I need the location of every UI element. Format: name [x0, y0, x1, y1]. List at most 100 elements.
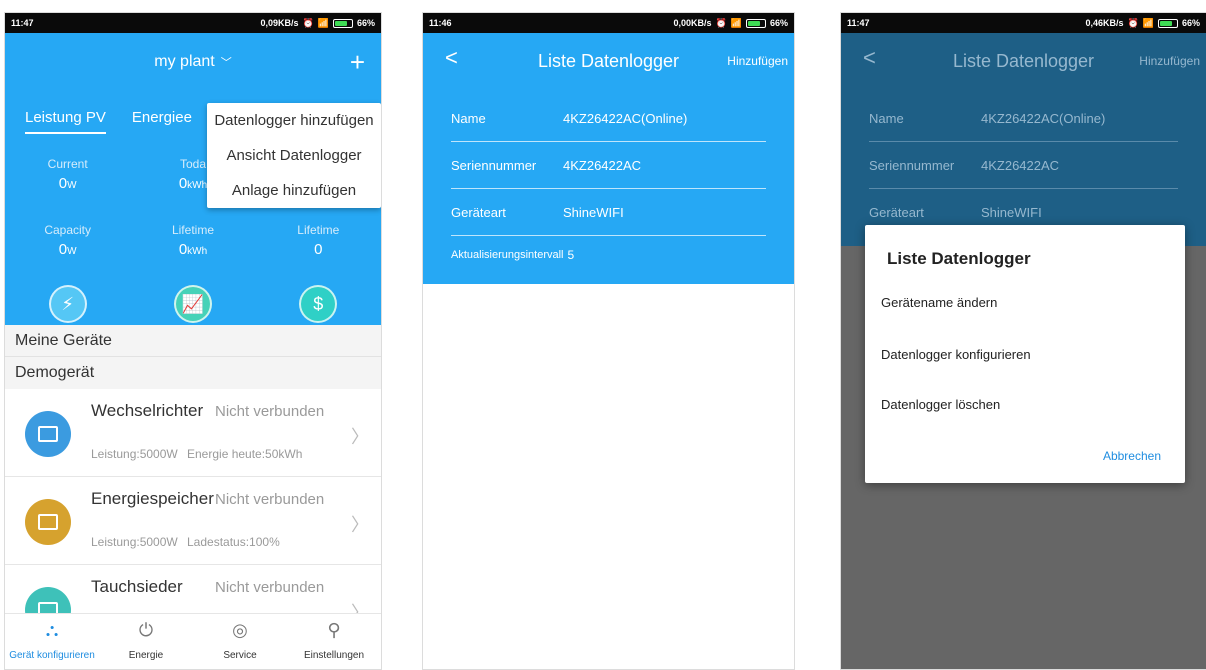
add-plus-button[interactable]: +	[350, 47, 365, 78]
status-speed: 0,09KB/s	[260, 18, 299, 28]
plant-tabs: Leistung PV Energiee	[25, 109, 192, 134]
device-name: Tauchsieder	[91, 577, 183, 596]
battery-percent: 66%	[1181, 18, 1200, 28]
status-time: 11:47	[847, 18, 870, 28]
stat-value: 0	[58, 175, 68, 192]
plant-header: my plant ﹀ + Leistung PV Energiee Current…	[5, 33, 381, 325]
info-value: ShineWIFI	[563, 204, 624, 220]
phone-screen-datalogger-list: 11:46 0,00KB/s ⏰ 📶 66% < Liste Datenlogg…	[422, 12, 795, 670]
device-energy-today: Energie heute:50kWh	[187, 447, 303, 461]
device-row-storage[interactable]: Energiespeicher Nicht verbunden Leistung…	[5, 477, 381, 565]
user-icon: ⚲	[327, 620, 341, 640]
chart-icon[interactable]: 📈	[173, 285, 212, 323]
stat-current: Current 0W	[5, 157, 130, 192]
info-value: 4KZ26422AC	[563, 157, 642, 173]
info-row-name: Name 4KZ26422AC(Online)	[869, 95, 1178, 142]
alarm-icon: ⏰	[715, 17, 727, 28]
add-button[interactable]: Hinzufügen	[727, 54, 788, 68]
chevron-down-icon: ﹀	[220, 57, 232, 69]
info-key: Aktualisierungsintervall	[451, 249, 564, 261]
info-key: Geräteart	[451, 204, 506, 220]
info-row-serial: Seriennummer 4KZ26422AC	[451, 142, 766, 189]
battery-percent: 66%	[769, 18, 788, 28]
datalogger-options-dialog: Liste Datenlogger Gerätename ändern Date…	[865, 225, 1185, 483]
tab-label: Service	[223, 650, 257, 661]
tab-label: Energie	[128, 650, 164, 661]
info-value: 4KZ26422AC(Online)	[981, 110, 1106, 126]
info-value: 5	[567, 248, 575, 262]
add-button: Hinzufügen	[1139, 54, 1200, 68]
stat-unit: kWh	[187, 246, 208, 257]
stat-label: Capacity	[44, 223, 91, 237]
option-delete-datalogger[interactable]: Datenlogger löschen	[881, 397, 1000, 412]
stats-row-lifetime: Capacity 0W Lifetime 0kWh Lifetime 0	[5, 223, 381, 258]
shortcut-icons: ⚡ 📈 $	[5, 285, 381, 323]
stat-unit: kWh	[187, 180, 208, 191]
stat-capacity: Capacity 0W	[5, 223, 130, 258]
stat-value: 0	[314, 241, 323, 258]
info-row-serial: Seriennummer 4KZ26422AC	[869, 142, 1178, 189]
cancel-button[interactable]: Abbrechen	[1103, 449, 1161, 463]
network-icon: ⛬	[45, 620, 59, 640]
option-configure-datalogger[interactable]: Datenlogger konfigurieren	[881, 347, 1031, 362]
app-bar: < Liste Datenlogger Hinzufügen	[841, 33, 1206, 89]
device-status: Nicht verbunden	[215, 403, 325, 420]
info-key: Seriennummer	[451, 157, 537, 173]
battery-icon	[1157, 18, 1178, 28]
wifi-icon: 📶	[1142, 17, 1154, 28]
phone-screen-plant: 11:47 0,09KB/s ⏰ 📶 66% my plant ﹀ + Leist…	[4, 12, 382, 670]
tab-configure-device[interactable]: ⛬ Gerät konfigurieren	[5, 614, 99, 669]
app-bar: < Liste Datenlogger Hinzufügen	[423, 33, 794, 89]
power-icon[interactable]: ⚡	[48, 285, 87, 323]
chevron-right-icon: 〉	[351, 515, 369, 535]
datalogger-card[interactable]: Name 4KZ26422AC(Online) Seriennummer 4KZ…	[423, 89, 794, 284]
datalogger-card: Name 4KZ26422AC(Online) Seriennummer 4KZ…	[841, 89, 1206, 246]
device-status: Nicht verbunden	[215, 579, 325, 596]
status-time: 11:47	[11, 18, 34, 28]
tab-energy[interactable]: ⏻ Energie	[99, 614, 193, 669]
tab-label: Gerät konfigurieren	[9, 650, 95, 661]
stat-label: Current	[47, 157, 88, 171]
plug-icon: ⏻	[138, 620, 154, 640]
tab-label: Einstellungen	[303, 650, 365, 661]
device-row-inverter[interactable]: Wechselrichter Nicht verbunden Leistung:…	[5, 389, 381, 477]
service-icon: ◎	[232, 620, 248, 640]
tab-service[interactable]: ◎ Service	[193, 614, 287, 669]
device-power: Leistung:5000W	[91, 535, 178, 549]
stat-label: Lifetime	[297, 223, 340, 237]
device-name: Wechselrichter	[91, 401, 204, 420]
option-rename-device[interactable]: Gerätename ändern	[881, 295, 997, 310]
menu-item-add-plant[interactable]: Anlage hinzufügen	[207, 173, 381, 208]
stat-value: 0	[178, 241, 188, 258]
plant-selector[interactable]: my plant ﹀	[5, 53, 381, 71]
device-name: Energiespeicher	[91, 489, 214, 508]
tab-leistung-pv[interactable]: Leistung PV	[25, 109, 106, 134]
tab-settings[interactable]: ⚲ Einstellungen	[287, 614, 381, 669]
device-status: Nicht verbunden	[215, 491, 325, 508]
wifi-icon: 📶	[317, 17, 329, 28]
section-demo-device: Demogerät	[5, 357, 381, 389]
battery-icon	[745, 18, 766, 28]
status-speed: 0,00KB/s	[673, 18, 712, 28]
menu-item-view-datalogger[interactable]: Ansicht Datenlogger	[207, 138, 381, 173]
info-row-interval: Aktualisierungsintervall 5	[451, 236, 766, 274]
battery-icon	[332, 18, 353, 28]
status-speed: 0,46KB/s	[1085, 18, 1124, 28]
bottom-tab-bar: ⛬ Gerät konfigurieren ⏻ Energie ◎ Servic…	[5, 613, 381, 669]
status-bar: 11:46 0,00KB/s ⏰ 📶 66%	[423, 13, 794, 33]
stat-lifetime-energy: Lifetime 0kWh	[130, 223, 255, 258]
chevron-right-icon: 〉	[351, 427, 369, 447]
section-my-devices: Meine Geräte	[5, 325, 381, 357]
stat-value: 0	[58, 241, 68, 258]
info-key: Seriennummer	[869, 157, 955, 173]
tab-energie[interactable]: Energiee	[132, 109, 192, 134]
info-row-type: Geräteart ShineWIFI	[451, 189, 766, 236]
stat-unit: W	[67, 180, 77, 191]
inverter-icon	[25, 411, 71, 457]
info-key: Name	[869, 110, 904, 126]
dollar-icon[interactable]: $	[299, 285, 338, 323]
menu-item-add-datalogger[interactable]: Datenlogger hinzufügen	[207, 103, 381, 138]
info-key: Name	[451, 110, 486, 126]
battery-percent: 66%	[356, 18, 375, 28]
info-value: 4KZ26422AC(Online)	[563, 110, 688, 126]
